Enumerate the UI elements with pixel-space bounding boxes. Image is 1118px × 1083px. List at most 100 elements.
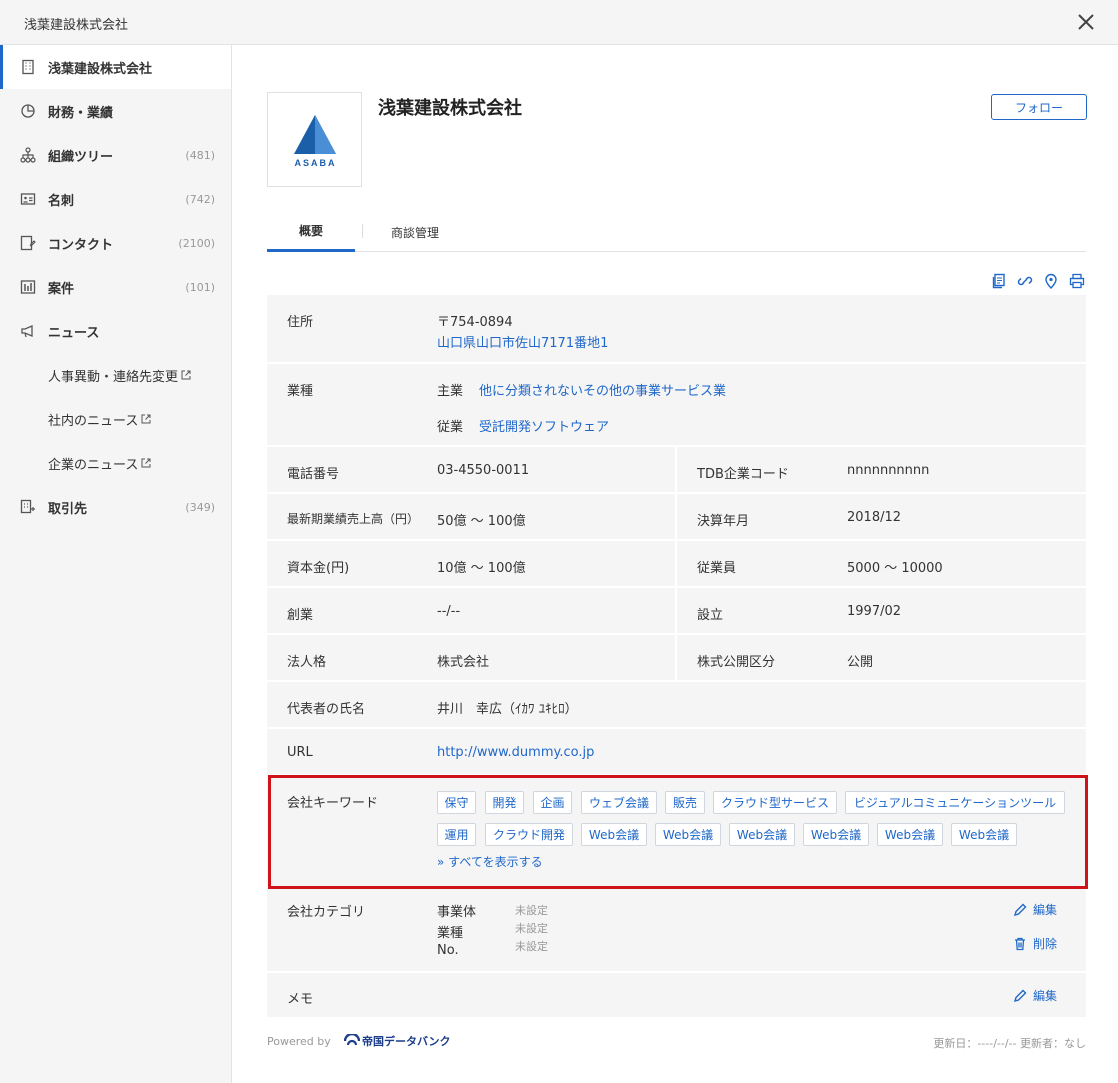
sidebar-subitem-company-news[interactable]: 企業のニュース (0, 441, 231, 485)
listing-label: 株式公開区分 (697, 655, 776, 670)
sidebar-item-count: (349) (185, 500, 215, 514)
close-icon[interactable] (1074, 10, 1098, 34)
row-capital: 資本金(円) 10億 〜 100億 従業員 5000 〜 10000 (267, 541, 1086, 588)
tab-overview[interactable]: 概要 (267, 212, 355, 252)
category-edit-button[interactable]: 編集 (1013, 901, 1057, 918)
row-memo: メモ 編集 (267, 973, 1086, 1019)
keyword-tag[interactable]: 販売 (665, 791, 705, 814)
address-label: 住所 (287, 315, 314, 330)
sidebar-subitem-internal-news[interactable]: 社内のニュース (0, 397, 231, 441)
keyword-tag[interactable]: Web会議 (729, 823, 795, 846)
memo-edit-label: 編集 (1033, 989, 1058, 1003)
sidebar-item-label: 組織ツリー (48, 149, 114, 165)
pencil-icon (1013, 903, 1027, 916)
window-title: 浅葉建設株式会社 (24, 18, 129, 33)
sidebar-item-label: 取引先 (48, 501, 88, 517)
column-divider (675, 635, 677, 680)
sidebar-item-contacts[interactable]: コンタクト (2100) (0, 221, 231, 265)
show-all-keywords-link[interactable]: » すべてを表示する (437, 853, 543, 870)
keyword-tag[interactable]: 開発 (485, 791, 524, 814)
business-card-icon (20, 191, 36, 207)
url-label: URL (287, 745, 313, 760)
category-label: 会社カテゴリ (287, 905, 366, 920)
company-logo: ASABA (267, 92, 362, 187)
keyword-tag[interactable]: 企画 (533, 791, 572, 814)
keyword-tag[interactable]: 保守 (437, 791, 476, 814)
sidebar-item-finance[interactable]: 財務・業績 (0, 89, 231, 133)
sidebar: 浅葉建設株式会社 財務・業績 組織ツリー (481) 名刺 (742) コンタク… (0, 45, 232, 1083)
follow-button[interactable]: フォロー (991, 94, 1087, 120)
phone-value: 03-4550-0011 (437, 463, 530, 478)
org-tree-icon (20, 147, 36, 163)
phone-label: 電話番号 (287, 467, 340, 482)
row-keywords: 会社キーワード 保守 開発 企画 ウェブ会議 販売 クラウド型サービス ビジュア… (267, 776, 1086, 889)
print-icon[interactable] (1069, 273, 1085, 289)
row-founded: 創業 --/-- 設立 1997/02 (267, 588, 1086, 635)
keywords-label: 会社キーワード (287, 796, 379, 811)
representative-value: 井川 幸広（ｲｶﾜ ﾕｷﾋﾛ） (437, 702, 578, 717)
tdb-code-label: TDB企業コード (697, 467, 789, 482)
url-link[interactable]: http://www.dummy.co.jp (437, 745, 594, 760)
established-value: 1997/02 (847, 604, 902, 619)
category-edit-label: 編集 (1033, 903, 1058, 917)
address-link[interactable]: 山口県山口市佐山7171番地1 (437, 332, 608, 351)
main-industry-link[interactable]: 他に分類されないその他の事業サービス業 (479, 380, 726, 399)
postal-code: 〒754-0894 (437, 315, 513, 330)
category-field-number: No. (437, 943, 459, 958)
keyword-tag[interactable]: Web会議 (951, 823, 1017, 846)
industry-label: 業種 (287, 384, 314, 399)
sidebar-item-label: 案件 (48, 281, 75, 297)
partners-icon (20, 499, 36, 515)
keyword-tag[interactable]: クラウド型サービス (713, 791, 837, 814)
building-icon (20, 59, 36, 75)
category-delete-button[interactable]: 削除 (1013, 935, 1057, 952)
keyword-tag[interactable]: Web会議 (655, 823, 721, 846)
memo-edit-button[interactable]: 編集 (1013, 987, 1057, 1004)
external-link-icon (181, 370, 191, 380)
category-value-number: 未設定 (515, 940, 548, 953)
sidebar-item-count: (2100) (178, 236, 215, 250)
tab-deal-management[interactable]: 商談管理 (379, 212, 451, 252)
sidebar-item-org-tree[interactable]: 組織ツリー (481) (0, 133, 231, 177)
sidebar-item-business-cards[interactable]: 名刺 (742) (0, 177, 231, 221)
tdb-code-value: nnnnnnnnnn (847, 463, 930, 478)
sidebar-subitem-label: 社内のニュース (48, 413, 139, 429)
keyword-tag[interactable]: Web会議 (803, 823, 869, 846)
sidebar-item-label: ニュース (48, 325, 100, 341)
copy-icon[interactable] (991, 273, 1007, 289)
sidebar-subitem-personnel-news[interactable]: 人事異動・連絡先変更 (0, 353, 231, 397)
sidebar-item-count: (481) (185, 148, 215, 162)
keyword-tag[interactable]: Web会議 (581, 823, 647, 846)
sidebar-item-news[interactable]: ニュース (0, 309, 231, 353)
tab-bar: 概要 商談管理 (267, 212, 1086, 252)
sidebar-item-count: (101) (185, 280, 215, 294)
row-url: URL http://www.dummy.co.jp (267, 729, 1086, 776)
established-label: 設立 (697, 608, 724, 623)
sidebar-item-label: 浅葉建設株式会社 (48, 61, 153, 77)
megaphone-icon (20, 323, 36, 339)
row-address: 住所 〒754-0894 山口県山口市佐山7171番地1 (267, 295, 1086, 364)
link-icon[interactable] (1017, 273, 1033, 289)
updated-info: 更新日：----/--/-- 更新者：なし (933, 1037, 1086, 1050)
sidebar-item-label: コンタクト (48, 237, 114, 253)
map-pin-icon[interactable] (1043, 273, 1059, 289)
category-field-industry: 業種 (437, 926, 464, 941)
keyword-tag[interactable]: 運用 (437, 823, 476, 846)
company-name: 浅葉建設株式会社 (378, 98, 522, 119)
sidebar-item-deals[interactable]: 案件 (101) (0, 265, 231, 309)
tdb-logo-icon (344, 1034, 360, 1046)
toolbar (991, 273, 1085, 289)
sub-industry-link[interactable]: 受託開発ソフトウェア (479, 416, 609, 435)
fiscal-value: 2018/12 (847, 510, 902, 525)
keyword-tag[interactable]: ウェブ会議 (581, 791, 657, 814)
sidebar-item-count: (742) (185, 192, 215, 206)
sales-label: 最新期業績売上高（円） (287, 512, 420, 526)
keyword-tag[interactable]: ビジュアルコミュニケーションツール (845, 791, 1065, 814)
tab-divider (362, 224, 363, 238)
keyword-tag[interactable]: クラウド開発 (485, 823, 573, 846)
sidebar-item-partners[interactable]: 取引先 (349) (0, 485, 231, 529)
fiscal-label: 決算年月 (697, 514, 750, 529)
sidebar-item-label: 名刺 (48, 193, 75, 209)
sidebar-item-company[interactable]: 浅葉建設株式会社 (0, 45, 231, 89)
keyword-tag[interactable]: Web会議 (877, 823, 943, 846)
